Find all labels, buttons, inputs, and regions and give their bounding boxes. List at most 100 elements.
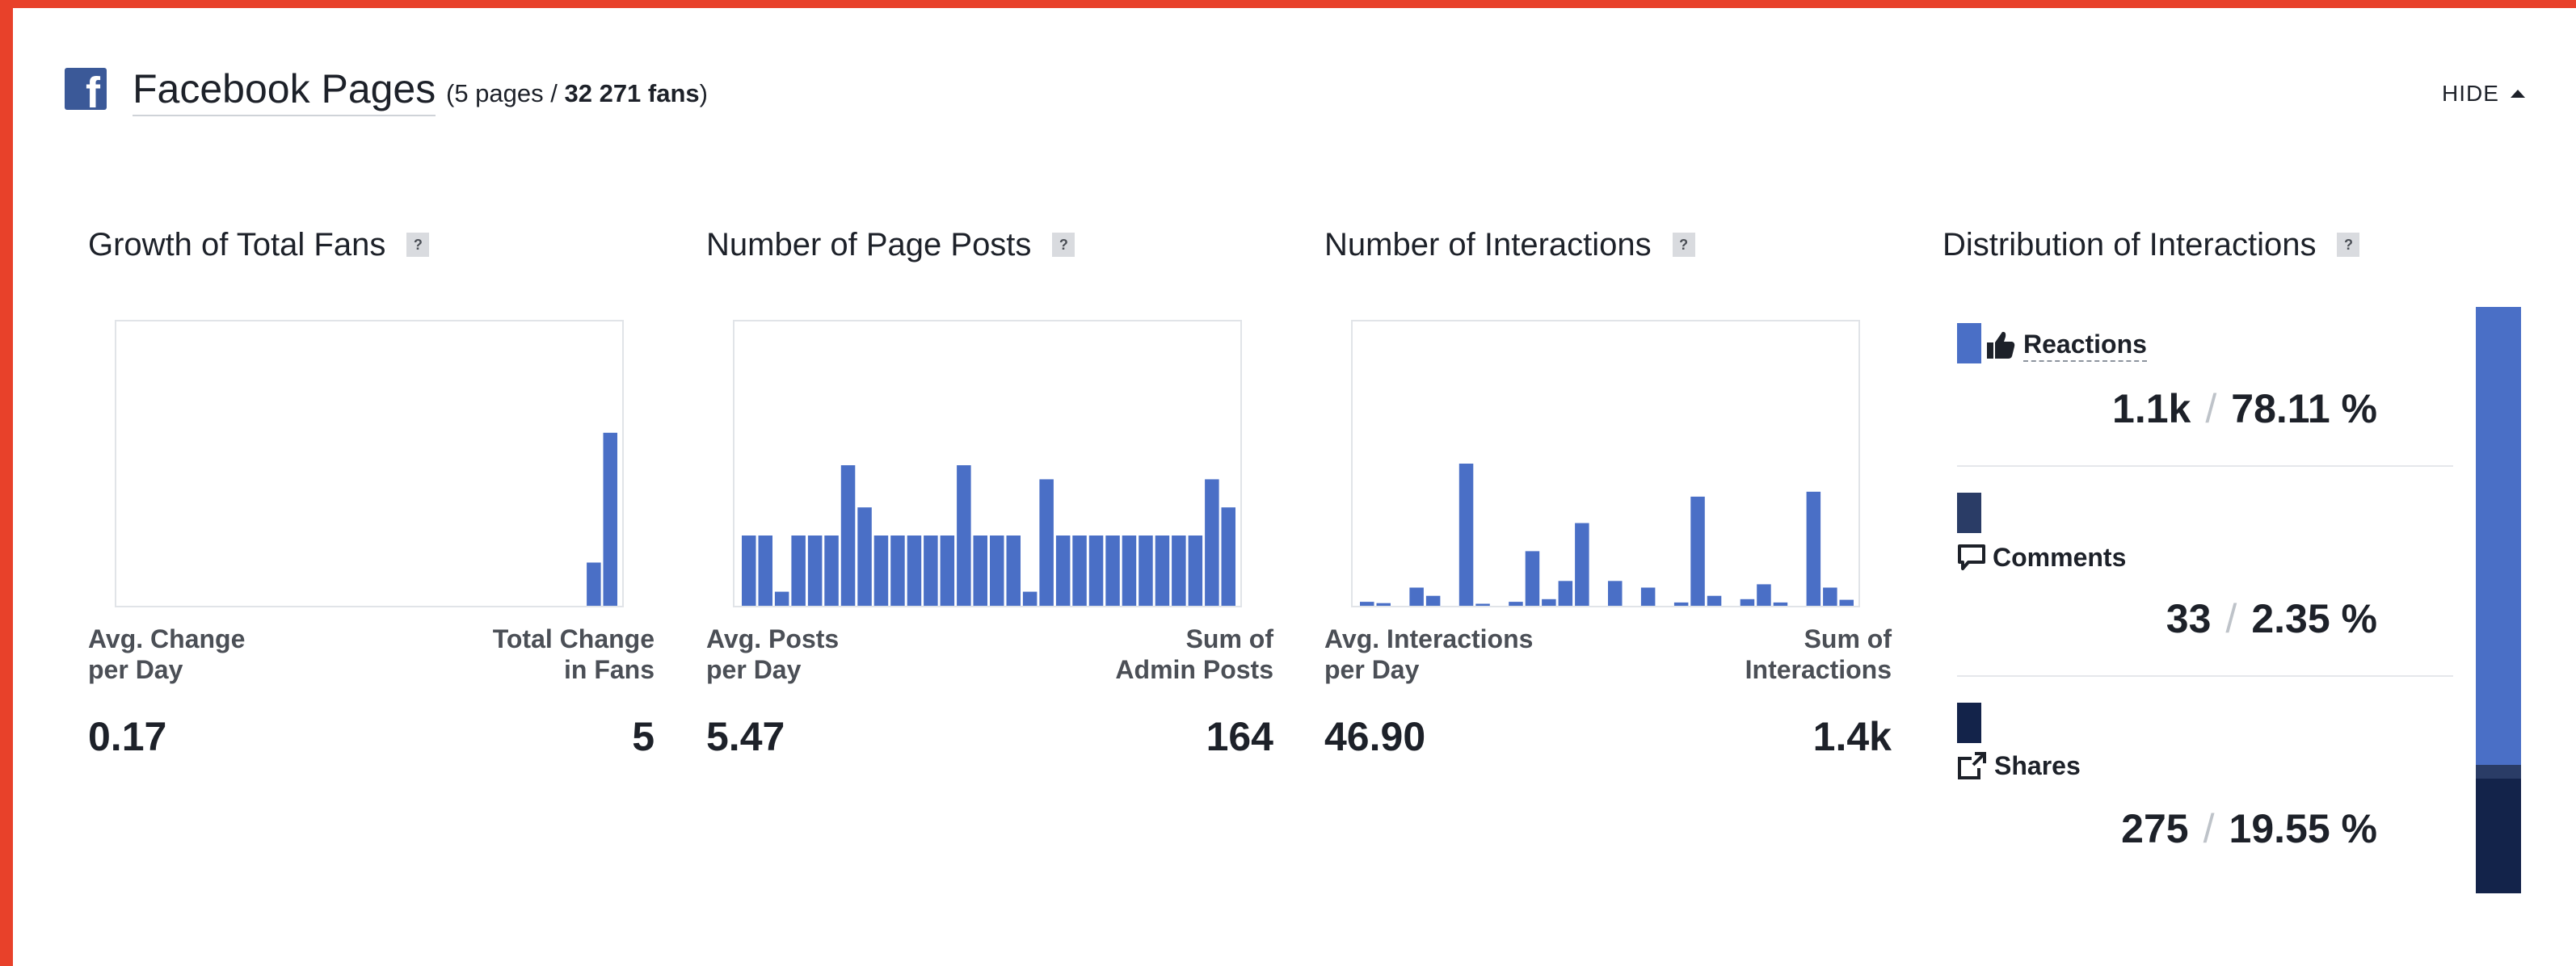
bar-14[interactable] <box>1575 523 1589 606</box>
bar-12[interactable] <box>924 536 938 606</box>
bar-10[interactable] <box>1509 602 1523 606</box>
bar-2[interactable] <box>1376 603 1391 606</box>
bar-10[interactable] <box>890 536 905 606</box>
fans-count: 32 271 fans <box>564 79 700 107</box>
bar-28[interactable] <box>1188 536 1203 606</box>
bar-13[interactable] <box>940 536 955 606</box>
bar-11[interactable] <box>907 536 922 606</box>
caret-up-icon <box>2510 90 2525 98</box>
reactions-swatch <box>1957 323 1981 363</box>
reactions-label[interactable]: Reactions <box>1985 328 2147 362</box>
hide-button[interactable]: HIDE <box>2442 81 2525 107</box>
pages-count: (5 pages / <box>446 79 565 107</box>
bar-25[interactable] <box>1139 536 1153 606</box>
shares-value: 275/19.55 % <box>2121 806 2377 851</box>
bar-28[interactable] <box>1806 491 1821 606</box>
bar-29[interactable] <box>1205 479 1219 606</box>
bar-29[interactable] <box>587 562 601 607</box>
bar-3[interactable] <box>774 591 789 606</box>
facebook-pages-panel: f Facebook Pages (5 pages / 32 271 fans)… <box>13 8 2576 966</box>
bar-24[interactable] <box>1740 598 1755 606</box>
bar-20[interactable] <box>1673 602 1689 606</box>
interactions-bars <box>1360 464 1854 607</box>
shares-label[interactable]: Shares <box>1957 750 2081 782</box>
help-icon[interactable]: ? <box>1672 233 1695 257</box>
shares-swatch <box>1957 703 1981 743</box>
sum-interactions-label: Sum of Interactions <box>1745 624 1892 684</box>
bar-22[interactable] <box>1088 536 1104 606</box>
bar-30[interactable] <box>603 432 618 606</box>
avg-change-label: Avg. Change per Day <box>88 624 246 684</box>
bar-11[interactable] <box>1525 551 1540 606</box>
divider <box>1957 675 2453 677</box>
bar-23[interactable] <box>1105 536 1120 606</box>
bar-20[interactable] <box>1055 536 1071 606</box>
interactions-chart <box>1351 320 1860 607</box>
stack-segment-reactions <box>2476 307 2521 766</box>
thumbs-up-icon <box>1987 331 2015 359</box>
growth-fans-chart <box>115 320 624 607</box>
section-subtitle: (5 pages / 32 271 fans) <box>446 79 708 107</box>
distribution-title: Distribution of Interactions? <box>1943 225 2360 265</box>
avg-interactions-label: Avg. Interactions per Day <box>1324 624 1534 684</box>
bar-1[interactable] <box>742 536 756 606</box>
avg-change-value: 0.17 <box>88 714 167 759</box>
avg-interactions-value: 46.90 <box>1324 714 1426 759</box>
bar-17[interactable] <box>1006 536 1021 606</box>
bar-21[interactable] <box>1690 496 1705 606</box>
avg-posts-value: 5.47 <box>706 714 785 759</box>
reactions-value: 1.1k/78.11 % <box>2112 386 2377 431</box>
bar-8[interactable] <box>857 507 872 606</box>
hide-label: HIDE <box>2442 81 2499 106</box>
bar-4[interactable] <box>791 536 806 606</box>
bar-19[interactable] <box>1039 479 1054 606</box>
comments-swatch <box>1957 493 1981 533</box>
help-icon[interactable]: ? <box>2337 233 2360 257</box>
bar-25[interactable] <box>1757 584 1771 606</box>
sum-interactions-value: 1.4k <box>1812 714 1892 759</box>
bar-24[interactable] <box>1122 536 1137 606</box>
bar-13[interactable] <box>1558 581 1573 606</box>
bar-18[interactable] <box>1640 587 1656 607</box>
bar-30[interactable] <box>1221 507 1236 606</box>
bar-6[interactable] <box>824 536 839 606</box>
interactions-title: Number of Interactions? <box>1324 225 1695 265</box>
bar-2[interactable] <box>758 536 773 606</box>
bar-26[interactable] <box>1155 536 1170 606</box>
help-icon[interactable]: ? <box>1052 233 1075 257</box>
bar-29[interactable] <box>1823 587 1837 607</box>
bar-8[interactable] <box>1475 603 1490 607</box>
comments-label[interactable]: Comments <box>1957 541 2126 573</box>
bar-18[interactable] <box>1022 591 1038 606</box>
comments-value: 33/2.35 % <box>2166 596 2377 641</box>
stack-segment-shares <box>2476 779 2521 893</box>
bar-9[interactable] <box>873 536 889 606</box>
bar-26[interactable] <box>1773 602 1788 606</box>
bar-30[interactable] <box>1839 599 1854 606</box>
sum-admin-posts-label: Sum of Admin Posts <box>1115 624 1273 684</box>
bar-1[interactable] <box>1360 602 1374 606</box>
bar-15[interactable] <box>973 536 988 606</box>
bar-7[interactable] <box>840 465 856 606</box>
divider <box>1957 465 2453 467</box>
bar-4[interactable] <box>1409 587 1424 607</box>
bar-5[interactable] <box>1425 595 1441 606</box>
bar-12[interactable] <box>1542 598 1556 606</box>
growth-fans-bars <box>587 432 618 607</box>
section-title[interactable]: Facebook Pages <box>133 65 436 116</box>
share-icon <box>1958 752 1986 779</box>
bar-21[interactable] <box>1072 536 1087 606</box>
page-posts-title: Number of Page Posts? <box>706 225 1075 265</box>
bar-16[interactable] <box>990 536 1004 606</box>
page-posts-bars <box>742 465 1236 606</box>
bar-7[interactable] <box>1458 464 1474 606</box>
bar-22[interactable] <box>1707 595 1722 606</box>
distribution-stacked-bar <box>2476 307 2521 893</box>
total-change-value: 5 <box>632 714 655 759</box>
bar-14[interactable] <box>957 465 971 606</box>
bar-27[interactable] <box>1172 536 1186 606</box>
bar-5[interactable] <box>807 536 823 606</box>
sum-admin-posts-value: 164 <box>1206 714 1273 759</box>
help-icon[interactable]: ? <box>406 233 430 257</box>
bar-16[interactable] <box>1608 581 1623 606</box>
